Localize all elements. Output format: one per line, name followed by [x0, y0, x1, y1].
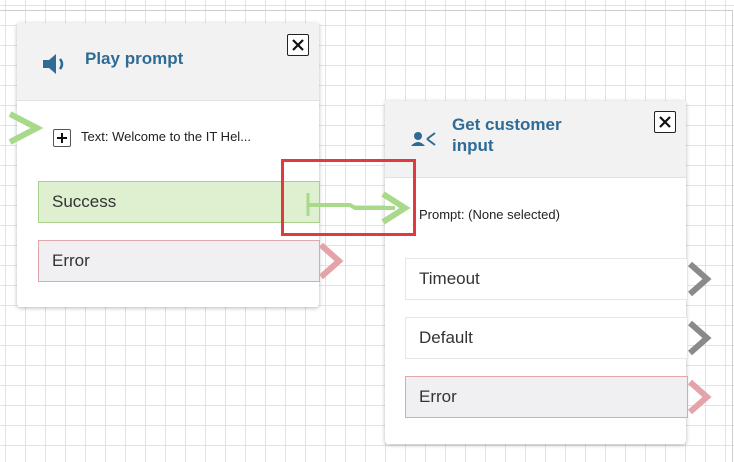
get-input-title-line2: input — [452, 136, 494, 155]
default-branch[interactable]: Default — [405, 317, 688, 359]
success-connector-line[interactable] — [309, 203, 395, 210]
play-prompt-text: Text: Welcome to the IT Hel... — [81, 129, 252, 144]
error-branch-arrow-icon[interactable] — [319, 242, 344, 280]
timeout-branch-arrow-icon[interactable] — [688, 261, 712, 297]
play-prompt-block[interactable]: Play prompt Text: Welcome to the IT Hel.… — [17, 23, 320, 307]
play-prompt-title: Play prompt — [85, 49, 184, 68]
plus-icon — [57, 133, 67, 143]
close-icon — [292, 39, 304, 51]
timeout-branch[interactable]: Timeout — [405, 258, 688, 300]
get-input-header: Get customer input — [385, 101, 686, 178]
play-prompt-close-button[interactable] — [287, 34, 309, 56]
get-input-close-button[interactable] — [654, 111, 676, 133]
success-branch-label: Success — [52, 192, 117, 211]
speaker-icon — [41, 53, 69, 80]
default-branch-label: Default — [419, 328, 473, 347]
add-prompt-button[interactable] — [53, 129, 71, 147]
timeout-branch-label: Timeout — [419, 269, 480, 288]
error-branch-label: Error — [52, 251, 90, 270]
input-error-branch-label: Error — [419, 387, 457, 406]
input-error-branch[interactable]: Error — [405, 376, 688, 418]
user-branch-icon — [410, 129, 438, 154]
get-input-title-line1: Get customer — [452, 115, 562, 134]
default-branch-arrow-icon[interactable] — [688, 320, 712, 356]
error-branch[interactable]: Error — [38, 240, 320, 282]
close-icon — [659, 116, 671, 128]
success-branch[interactable]: Success — [38, 181, 320, 223]
get-input-prompt-text: Prompt: (None selected) — [419, 207, 560, 222]
play-prompt-header: Play prompt — [17, 23, 319, 101]
input-error-branch-arrow-icon[interactable] — [688, 379, 712, 415]
get-customer-input-block[interactable]: Get customer input Prompt: (None selecte… — [385, 101, 688, 444]
